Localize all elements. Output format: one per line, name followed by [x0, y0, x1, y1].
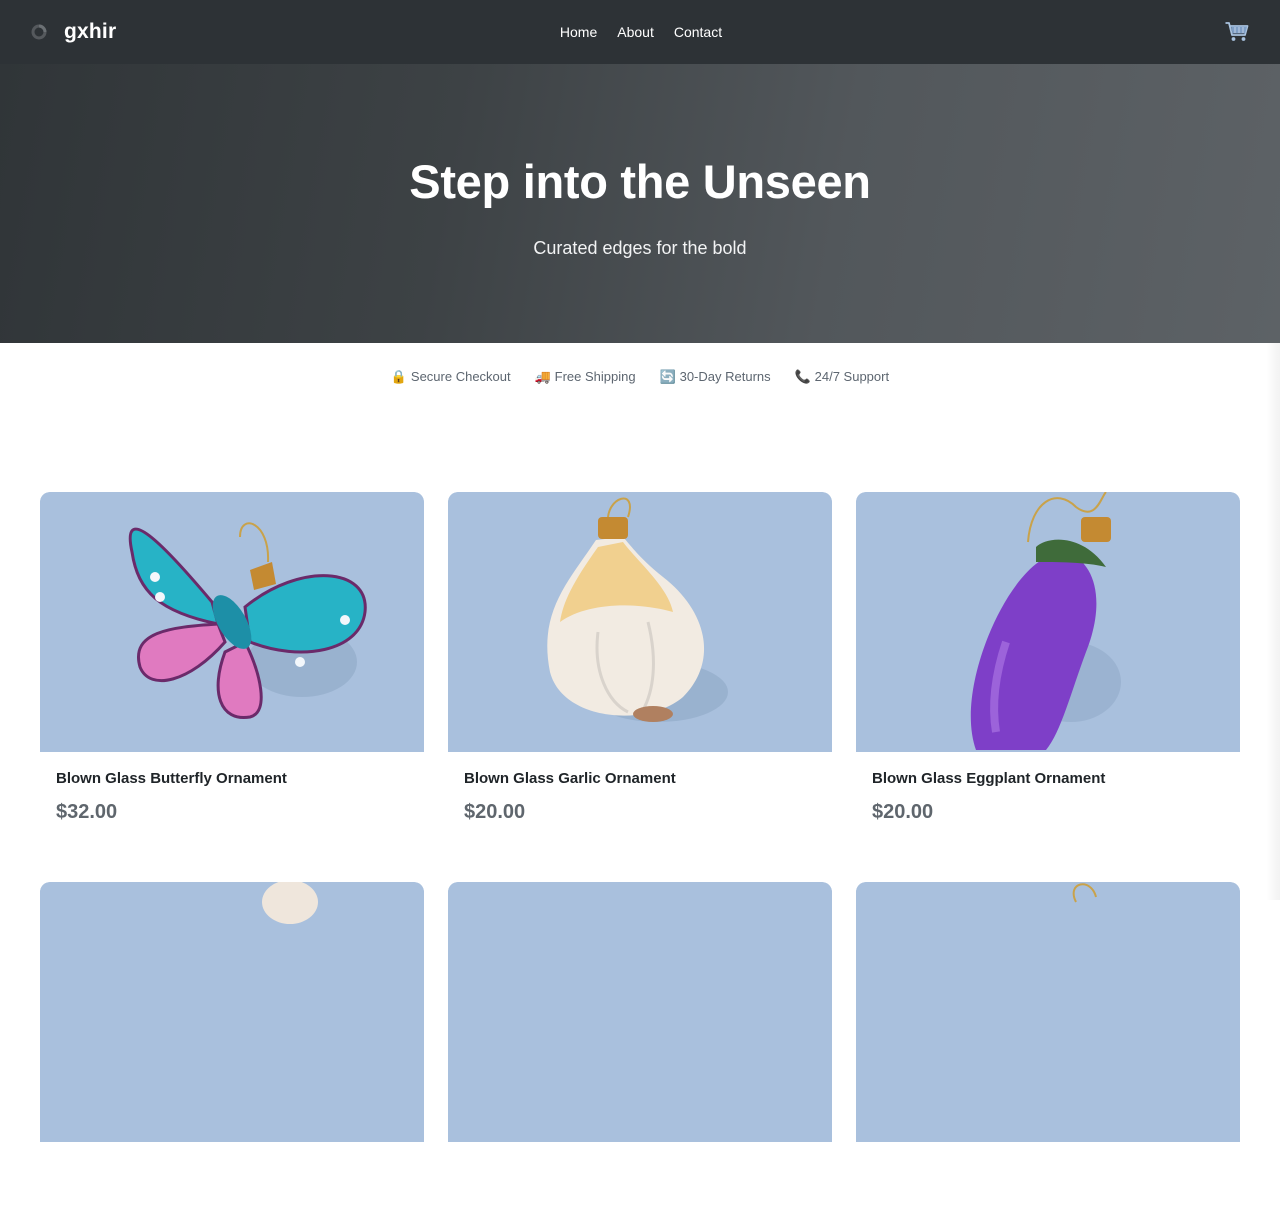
lock-icon: 🔒	[390, 368, 408, 384]
product-image-eggplant[interactable]	[856, 492, 1240, 752]
ring-logo-icon	[31, 24, 47, 40]
hero-banner: Step into the Unseen Curated edges for t…	[0, 64, 1280, 343]
product-price: $20.00	[464, 801, 526, 823]
main-nav: Home About Contact	[0, 0, 1280, 64]
product-card[interactable]: Blown Glass Butterfly Ornament $32.00	[40, 492, 424, 832]
cart-icon[interactable]	[1224, 19, 1250, 45]
brand-home-link[interactable]: gxhir	[30, 0, 116, 64]
hero-subtitle: Curated edges for the bold	[533, 238, 747, 258]
product-card[interactable]: Blown Glass Garlic Ornament $20.00	[448, 492, 832, 832]
product-info	[40, 1142, 424, 1222]
trust-item-label: 24/7 Support	[814, 368, 890, 384]
nav-about-link[interactable]: About	[617, 24, 654, 40]
product-card[interactable]: Blown Glass Eggplant Ornament $20.00	[856, 492, 1240, 832]
product-grid: Blown Glass Butterfly Ornament $32.00 Bl…	[40, 492, 1240, 1222]
product-price: $20.00	[872, 801, 934, 823]
trust-item-label: Free Shipping	[554, 368, 636, 384]
product-card[interactable]	[448, 882, 832, 1222]
returns-icon: 🔄	[659, 368, 676, 384]
product-card[interactable]	[40, 882, 424, 1222]
hero-title: Step into the Unseen	[409, 155, 871, 208]
product-image[interactable]	[856, 882, 1240, 1142]
product-info: Blown Glass Butterfly Ornament $32.00	[40, 752, 424, 832]
product-image-garlic[interactable]	[448, 492, 832, 752]
trust-item-free-shipping: 🚚 Free Shipping	[535, 369, 636, 384]
product-card[interactable]	[856, 882, 1240, 1222]
trust-item-label: Secure Checkout	[410, 368, 511, 384]
product-image[interactable]	[448, 882, 832, 1142]
trust-item-label: 30-Day Returns	[679, 368, 771, 384]
product-name[interactable]: Blown Glass Butterfly Ornament	[56, 770, 408, 788]
site-header: gxhir Home About Contact	[0, 0, 1280, 64]
product-info	[856, 1142, 1240, 1222]
nav-home-link[interactable]: Home	[560, 24, 597, 40]
brand-name: gxhir	[64, 20, 117, 43]
product-image-butterfly[interactable]	[40, 492, 424, 752]
product-name[interactable]: Blown Glass Eggplant Ornament	[872, 770, 1224, 788]
trust-item-support: 📞 24/7 Support	[795, 369, 889, 384]
product-info: Blown Glass Garlic Ornament $20.00	[448, 752, 832, 832]
trust-item-secure-checkout: 🔒 Secure Checkout	[391, 369, 511, 384]
trust-item-returns: 🔄 30-Day Returns	[660, 369, 771, 384]
phone-icon: 📞	[794, 368, 811, 384]
trust-badges: 🔒 Secure Checkout 🚚 Free Shipping 🔄 30-D…	[0, 343, 1280, 409]
product-info: Blown Glass Eggplant Ornament $20.00	[856, 752, 1240, 832]
product-image[interactable]	[40, 882, 424, 1142]
product-info	[448, 1142, 832, 1222]
product-price: $32.00	[56, 801, 118, 823]
product-name[interactable]: Blown Glass Garlic Ornament	[464, 770, 816, 788]
nav-contact-link[interactable]: Contact	[674, 24, 722, 40]
truck-icon: 🚚	[534, 368, 551, 384]
scroll-edge-shadow	[1266, 343, 1280, 900]
